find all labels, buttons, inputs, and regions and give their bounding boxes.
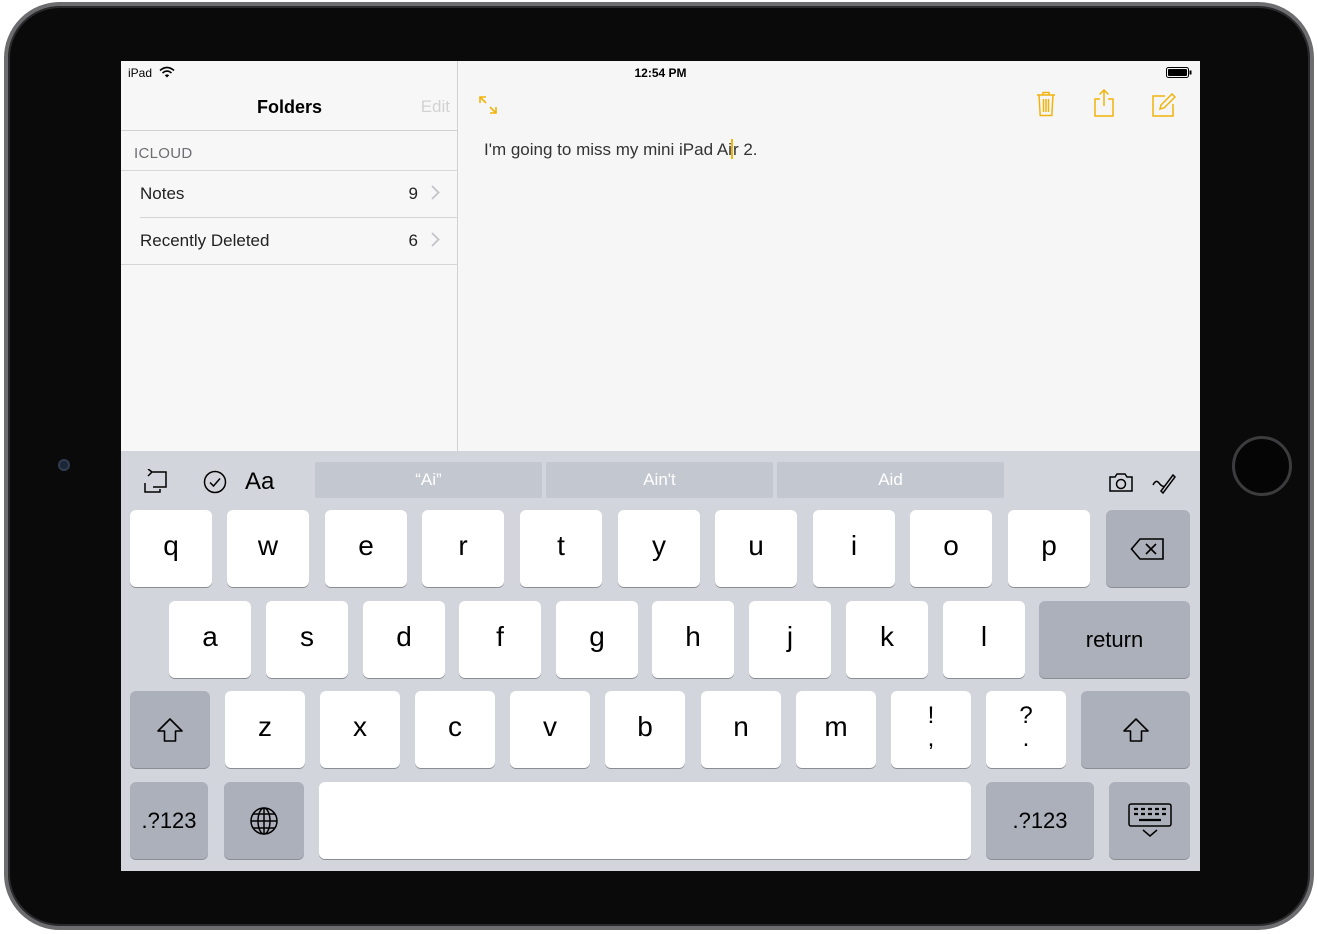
edit-button[interactable]: Edit [421, 97, 450, 117]
key-r[interactable]: r [422, 510, 504, 587]
home-button[interactable] [1232, 436, 1292, 496]
shift-key-right[interactable] [1081, 691, 1190, 768]
key-x[interactable]: x [320, 691, 400, 768]
note-pane: I'm going to miss my mini iPad Air 2. [459, 61, 1200, 451]
key-h[interactable]: h [652, 601, 734, 678]
undo-icon[interactable] [143, 469, 169, 495]
status-bar: iPad 12:54 PM [121, 61, 1200, 83]
share-icon[interactable] [1094, 89, 1114, 117]
trash-icon[interactable] [1036, 91, 1056, 117]
dismiss-keyboard-key[interactable] [1109, 782, 1190, 859]
camera-icon[interactable] [1108, 469, 1134, 495]
key-m[interactable]: m [796, 691, 876, 768]
shift-icon [157, 717, 183, 742]
key-exclaim-comma[interactable]: ! , [891, 691, 971, 768]
key-v[interactable]: v [510, 691, 590, 768]
battery-icon [1166, 67, 1192, 78]
key-a[interactable]: a [169, 601, 251, 678]
section-label-icloud: ICLOUD [134, 145, 193, 162]
key-j[interactable]: j [749, 601, 831, 678]
compose-icon[interactable] [1152, 93, 1176, 117]
shift-icon [1122, 717, 1149, 742]
folder-count: 6 [408, 231, 418, 250]
key-q[interactable]: q [130, 510, 212, 587]
key-d[interactable]: d [363, 601, 445, 678]
folder-row-notes[interactable]: Notes 9 [121, 170, 458, 217]
shift-key-left[interactable] [130, 691, 210, 768]
key-s[interactable]: s [266, 601, 348, 678]
key-symbol-bottom: , [927, 725, 935, 752]
sidebar-header: Folders Edit [121, 83, 458, 131]
divider [140, 217, 458, 218]
sidebar-title: Folders [256, 97, 322, 117]
numbers-key-right[interactable]: .?123 [986, 782, 1094, 859]
key-question-period[interactable]: ? . [986, 691, 1066, 768]
key-k[interactable]: k [846, 601, 928, 678]
sketch-icon[interactable] [1151, 469, 1177, 495]
return-key[interactable]: return [1039, 601, 1190, 678]
key-symbol-bottom: . [1022, 725, 1030, 752]
key-z[interactable]: z [225, 691, 305, 768]
key-e[interactable]: e [325, 510, 407, 587]
divider [121, 170, 458, 171]
key-b[interactable]: b [605, 691, 685, 768]
checklist-icon[interactable] [202, 469, 228, 495]
key-u[interactable]: u [715, 510, 797, 587]
key-t[interactable]: t [520, 510, 602, 587]
key-w[interactable]: w [227, 510, 309, 587]
key-n[interactable]: n [701, 691, 781, 768]
note-text-before-cursor: I'm going to miss my mini iPad Ai [484, 140, 732, 159]
key-f[interactable]: f [459, 601, 541, 678]
folder-name: Recently Deleted [140, 231, 270, 250]
numbers-key-left[interactable]: .?123 [130, 782, 208, 859]
note-body[interactable]: I'm going to miss my mini iPad Air 2. [484, 139, 758, 160]
key-g[interactable]: g [556, 601, 638, 678]
folder-row-recently-deleted[interactable]: Recently Deleted 6 [121, 217, 458, 264]
divider [121, 264, 458, 265]
note-text-after-cursor: r 2. [732, 140, 758, 159]
format-icon[interactable]: Aa [245, 469, 279, 495]
space-bar[interactable] [319, 782, 971, 859]
folders-sidebar: Folders Edit ICLOUD Notes 9 Recently Del… [121, 61, 458, 451]
key-o[interactable]: o [910, 510, 992, 587]
keyboard-hide-icon [1127, 802, 1172, 837]
chevron-right-icon [431, 232, 440, 247]
key-l[interactable]: l [943, 601, 1025, 678]
delete-key[interactable] [1106, 510, 1190, 587]
chevron-right-icon [431, 185, 440, 200]
globe-icon [250, 806, 278, 835]
key-p[interactable]: p [1008, 510, 1090, 587]
suggestion-1[interactable]: “Ai” [315, 462, 542, 498]
status-time: 12:54 PM [634, 66, 687, 80]
backspace-icon [1130, 537, 1164, 560]
keyboard: Aa “Ai” Ain't Aid q w e r t y u i o p a … [121, 451, 1200, 871]
suggestion-3[interactable]: Aid [777, 462, 1004, 498]
folder-name: Notes [140, 184, 185, 203]
screen: Folders Edit ICLOUD Notes 9 Recently Del… [121, 61, 1200, 871]
key-y[interactable]: y [618, 510, 700, 587]
front-camera [58, 459, 70, 471]
suggestion-2[interactable]: Ain't [546, 462, 773, 498]
key-c[interactable]: c [415, 691, 495, 768]
key-i[interactable]: i [813, 510, 895, 587]
folder-count: 9 [408, 184, 418, 203]
list-end [121, 264, 458, 265]
shortcut-bar: Aa “Ai” Ain't Aid [121, 451, 1200, 507]
expand-icon[interactable] [479, 96, 497, 114]
globe-key[interactable] [224, 782, 304, 859]
